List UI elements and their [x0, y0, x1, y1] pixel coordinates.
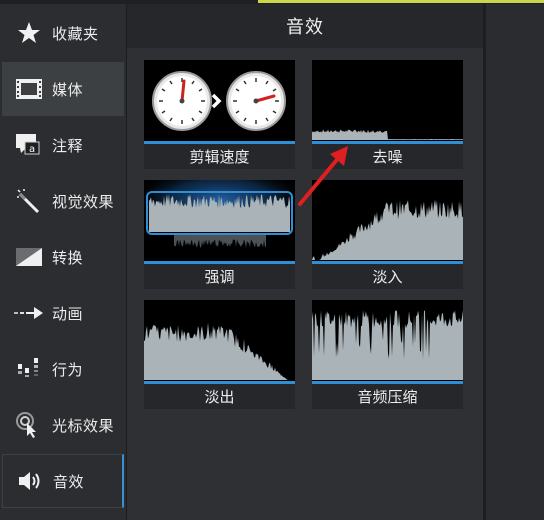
effect-label: 淡入 — [372, 268, 403, 286]
effect-label: 音频压缩 — [357, 388, 418, 406]
top-accent-line — [258, 0, 544, 3]
emphasize-thumbnail — [144, 180, 295, 262]
right-panel-edge — [483, 4, 544, 520]
effect-label: 强调 — [204, 268, 235, 286]
sidebar-item-label: 媒体 — [52, 80, 84, 99]
cursor-effect-icon — [12, 410, 46, 440]
sidebar-item-label: 动画 — [52, 304, 84, 323]
film-icon — [12, 74, 46, 104]
sidebar-item-transitions[interactable]: 转换 — [2, 230, 124, 284]
sidebar-item-label: 光标效果 — [52, 416, 115, 435]
sidebar-item-label: 行为 — [52, 360, 84, 379]
noise-removal-thumbnail — [312, 60, 463, 142]
sidebar-item-animations[interactable]: 动画 — [2, 286, 124, 340]
panel-divider — [483, 4, 486, 520]
waveform — [312, 129, 463, 140]
sidebar: 收藏夹 媒体 a 注释 视觉效果 转换 动画 行为 光标效果 音效 — [0, 4, 127, 520]
clock-icon — [152, 71, 212, 131]
panel-title: 音效 — [127, 4, 483, 48]
annotation-arrow — [298, 146, 348, 206]
waveform — [312, 199, 463, 260]
sidebar-item-favorites[interactable]: 收藏夹 — [2, 6, 124, 60]
audio-effects-panel: 音效 剪辑速度 去噪 强调 淡入 淡出 音频压缩 — [127, 4, 483, 520]
fade-out-thumbnail — [144, 300, 295, 382]
effect-tile-emphasize[interactable]: 强调 — [144, 180, 295, 289]
transition-icon — [12, 242, 46, 272]
sidebar-item-label: 视觉效果 — [52, 192, 115, 211]
sidebar-item-label: 转换 — [52, 248, 84, 267]
sidebar-item-behaviors[interactable]: 行为 — [2, 342, 124, 396]
behavior-icon — [12, 354, 46, 384]
star-icon — [12, 18, 46, 48]
sidebar-item-label: 音效 — [53, 472, 85, 491]
sidebar-item-annotations[interactable]: a 注释 — [2, 118, 124, 172]
sidebar-item-cursor-effects[interactable]: 光标效果 — [2, 398, 124, 452]
animation-arrow-icon — [12, 298, 46, 328]
sidebar-item-label: 收藏夹 — [52, 24, 99, 43]
sidebar-item-label: 注释 — [52, 136, 84, 155]
effect-tile-fade-out[interactable]: 淡出 — [144, 300, 295, 409]
effect-tile-clip-speed[interactable]: 剪辑速度 — [144, 60, 295, 169]
clip-speed-thumbnail — [144, 60, 295, 142]
waveform — [312, 310, 463, 380]
audio-compression-thumbnail — [312, 300, 463, 382]
magic-wand-icon — [12, 186, 46, 216]
effect-label: 淡出 — [204, 388, 235, 406]
sidebar-item-media[interactable]: 媒体 — [2, 62, 124, 116]
sidebar-item-visual-effects[interactable]: 视觉效果 — [2, 174, 124, 228]
waveform — [144, 322, 295, 380]
clock-icon — [226, 71, 286, 131]
sidebar-item-audio-effects[interactable]: 音效 — [2, 454, 124, 508]
annotation-icon: a — [12, 130, 46, 160]
svg-text:a: a — [29, 144, 35, 155]
effect-label: 剪辑速度 — [189, 148, 250, 166]
speaker-icon — [13, 466, 47, 496]
effect-tile-audio-compression[interactable]: 音频压缩 — [312, 300, 463, 409]
